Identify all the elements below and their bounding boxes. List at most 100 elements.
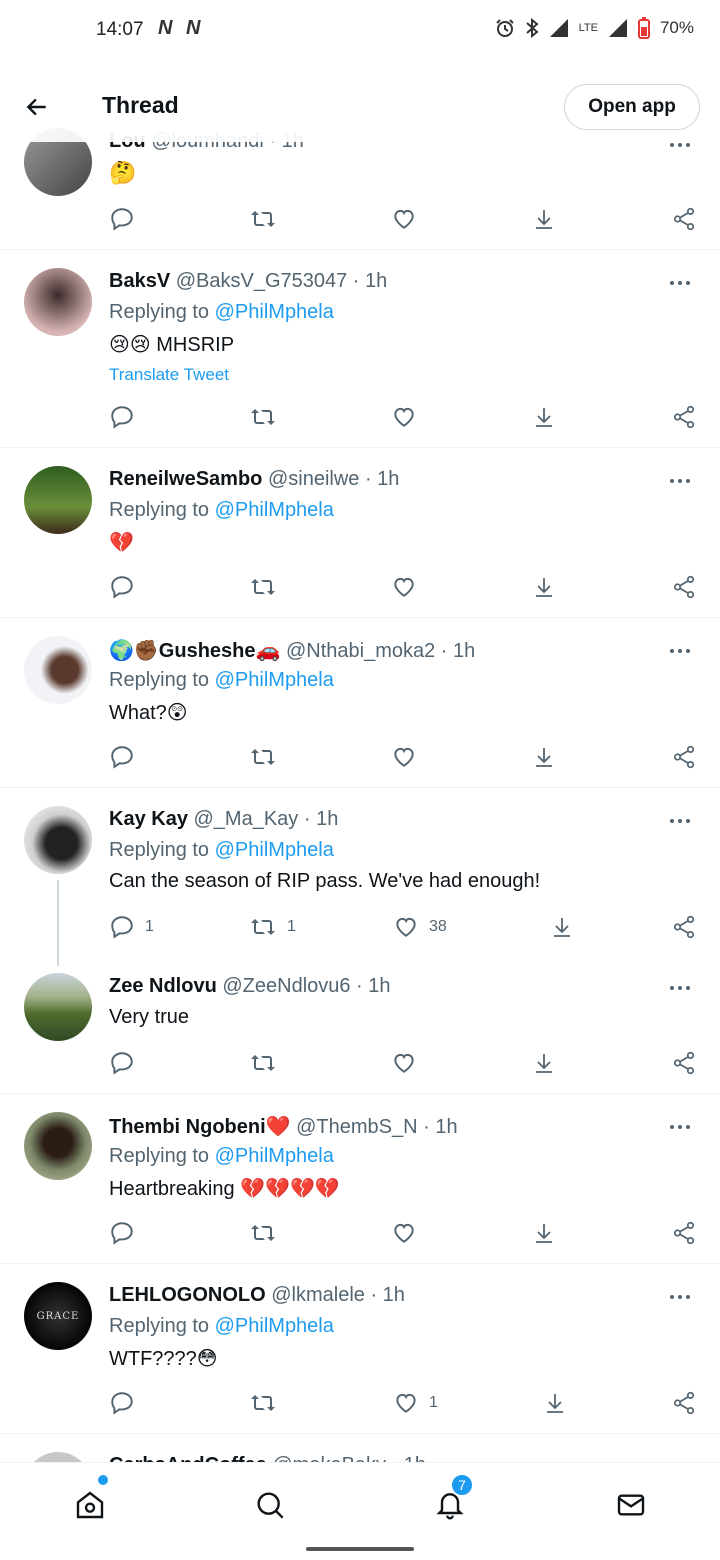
reply-icon (111, 576, 133, 599)
translate-tweet-link[interactable]: Translate Tweet (109, 365, 229, 385)
more-icon[interactable] (670, 278, 694, 288)
reply-icon (111, 1392, 133, 1415)
more-icon[interactable] (670, 1122, 694, 1132)
reply-icon (111, 746, 133, 769)
share-button[interactable] (671, 402, 697, 432)
like-button[interactable]: 1 (393, 1388, 438, 1418)
download-button[interactable] (532, 742, 556, 772)
avatar[interactable] (24, 268, 92, 336)
like-button[interactable] (391, 1218, 417, 1248)
mention-link[interactable]: @PhilMphela (215, 839, 334, 861)
thread-feed[interactable]: Lou @loumhandi · 1h 🤔 BaksV @BaksV_G7530… (0, 0, 720, 1462)
heart-icon (394, 209, 414, 229)
download-button[interactable] (550, 912, 574, 942)
reply-button[interactable]: 1 (109, 912, 154, 942)
back-button[interactable] (20, 90, 54, 124)
like-button[interactable] (391, 402, 417, 432)
mention-link[interactable]: @PhilMphela (215, 1315, 334, 1337)
divider (0, 617, 720, 618)
download-icon (536, 1224, 552, 1243)
avatar[interactable] (24, 636, 92, 704)
retweet-button[interactable]: 1 (249, 912, 296, 942)
share-icon (673, 405, 695, 429)
open-app-button[interactable]: Open app (564, 84, 700, 130)
mention-link[interactable]: @PhilMphela (215, 669, 334, 691)
retweet-button[interactable] (249, 204, 277, 234)
retweet-button[interactable] (249, 742, 277, 772)
share-button[interactable] (671, 1048, 697, 1078)
like-button[interactable] (391, 572, 417, 602)
download-button[interactable] (532, 572, 556, 602)
more-icon[interactable] (670, 1292, 694, 1302)
like-button[interactable]: 38 (393, 912, 447, 942)
reply-button[interactable] (109, 1388, 135, 1418)
download-button[interactable] (532, 402, 556, 432)
home-indicator (306, 1547, 414, 1551)
user-handle: @Nthabi_moka2 · 1h (285, 640, 476, 662)
share-button[interactable] (671, 742, 697, 772)
replying-to: Replying to @PhilMphela (109, 839, 334, 861)
like-button[interactable] (391, 204, 417, 234)
tweet-text: Heartbreaking 💔💔💔💔 (109, 1178, 340, 1200)
like-button[interactable] (391, 1048, 417, 1078)
download-button[interactable] (532, 204, 556, 234)
reply-button[interactable] (109, 402, 135, 432)
heart-icon (394, 747, 414, 767)
avatar[interactable] (24, 1112, 92, 1180)
reply-button[interactable] (109, 1048, 135, 1078)
nav-home[interactable] (66, 1481, 114, 1529)
download-icon (536, 210, 552, 229)
like-button[interactable] (391, 742, 417, 772)
user-name[interactable]: 🌍✊🏾Gusheshe🚗 (109, 640, 280, 662)
tweet-text: WTF????😳 (109, 1348, 218, 1370)
download-button[interactable] (532, 1048, 556, 1078)
download-button[interactable] (543, 1388, 567, 1418)
divider (0, 1433, 720, 1434)
avatar[interactable] (24, 973, 92, 1041)
nav-messages[interactable] (607, 1481, 655, 1529)
reply-button[interactable] (109, 1218, 135, 1248)
retweet-button[interactable] (249, 1388, 277, 1418)
nav-search[interactable] (246, 1481, 294, 1529)
more-icon[interactable] (670, 476, 694, 486)
heart-icon (396, 1393, 416, 1413)
mention-link[interactable]: @PhilMphela (215, 1145, 334, 1167)
share-button[interactable] (671, 572, 697, 602)
share-button[interactable] (671, 912, 697, 942)
avatar[interactable] (24, 1452, 92, 1462)
reply-button[interactable] (109, 572, 135, 602)
user-name[interactable]: Zee Ndlovu (109, 975, 217, 997)
home-new-indicator (98, 1475, 108, 1485)
reply-button[interactable] (109, 204, 135, 234)
download-button[interactable] (532, 1218, 556, 1248)
more-icon[interactable] (670, 816, 694, 826)
retweet-button[interactable] (249, 572, 277, 602)
tweet-text: 😢😢 MHSRIP (109, 334, 235, 356)
tweet-text: 💔 (109, 532, 134, 554)
reply-icon (111, 1222, 133, 1245)
user-name[interactable]: Kay Kay (109, 808, 188, 830)
retweet-button[interactable] (249, 402, 277, 432)
more-icon[interactable] (670, 983, 694, 993)
download-icon (554, 918, 570, 937)
user-name[interactable]: LEHLOGONOLO (109, 1284, 266, 1306)
avatar[interactable] (24, 806, 92, 874)
mention-link[interactable]: @PhilMphela (215, 301, 334, 323)
mention-link[interactable]: @PhilMphela (215, 499, 334, 521)
share-button[interactable] (671, 1388, 697, 1418)
reply-button[interactable] (109, 742, 135, 772)
avatar[interactable]: GRACE (24, 1282, 92, 1350)
user-name[interactable]: Thembi Ngobeni❤️ (109, 1116, 291, 1138)
more-icon[interactable] (670, 646, 694, 656)
share-button[interactable] (671, 204, 697, 234)
user-name[interactable]: CarbsAndCoffee (109, 1454, 267, 1462)
share-button[interactable] (671, 1218, 697, 1248)
retweet-button[interactable] (249, 1048, 277, 1078)
user-name[interactable]: BaksV (109, 270, 170, 292)
reply-icon (111, 406, 133, 429)
user-name[interactable]: ReneilweSambo (109, 468, 262, 490)
tweet-actions (109, 572, 699, 602)
heart-icon (396, 917, 416, 937)
avatar[interactable] (24, 466, 92, 534)
retweet-button[interactable] (249, 1218, 277, 1248)
